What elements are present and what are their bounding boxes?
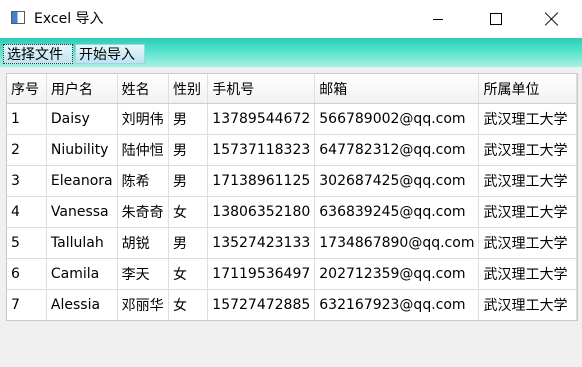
cell-index: 2: [7, 134, 47, 166]
cell-gender: 女: [168, 196, 209, 228]
cell-organization: 武汉理工大学: [478, 134, 577, 166]
cell-username: Vanessa: [46, 196, 118, 228]
table-row[interactable]: 1 Daisy 刘明伟 男 13789544672 566789002@qq.c…: [7, 103, 577, 135]
cell-index: 5: [7, 227, 47, 259]
column-header-index[interactable]: 序号: [7, 74, 47, 104]
cell-name: 陆仲恒: [117, 134, 170, 166]
column-header-gender[interactable]: 性别: [168, 74, 209, 104]
cell-email: 636839245@qq.com: [314, 196, 480, 228]
column-header-name[interactable]: 姓名: [117, 74, 170, 104]
column-header-phone[interactable]: 手机号: [207, 74, 316, 104]
window-title: Excel 导入: [34, 11, 104, 27]
minimize-button[interactable]: [409, 0, 467, 38]
cell-index: 1: [7, 103, 47, 135]
app-window-icon: [11, 11, 25, 24]
cell-gender: 男: [168, 134, 209, 166]
cell-username: Alessia: [46, 289, 118, 320]
cell-organization: 武汉理工大学: [478, 196, 577, 228]
cell-index: 4: [7, 196, 47, 228]
cell-gender: 女: [168, 289, 209, 320]
cell-username: Camila: [46, 258, 118, 290]
cell-email: 566789002@qq.com: [314, 103, 480, 135]
cell-index: 7: [7, 289, 47, 320]
cell-index: 3: [7, 165, 47, 197]
table-row[interactable]: 3 Eleanora 陈希 男 17138961125 302687425@qq…: [7, 165, 577, 197]
cell-username: Eleanora: [46, 165, 118, 197]
cell-organization: 武汉理工大学: [478, 103, 577, 135]
cell-organization: 武汉理工大学: [478, 289, 577, 320]
cell-name: 刘明伟: [117, 103, 170, 135]
table-row[interactable]: 6 Camila 李天 女 17119536497 202712359@qq.c…: [7, 258, 577, 290]
cell-phone: 17119536497: [207, 258, 316, 290]
cell-username: Tallulah: [46, 227, 118, 259]
cell-name: 陈希: [117, 165, 170, 197]
cell-username: Niubility: [46, 134, 118, 166]
table-row[interactable]: 5 Tallulah 胡锐 男 13527423133 1734867890@q…: [7, 227, 577, 259]
maximize-icon: [490, 13, 502, 25]
cell-name: 朱奇奇: [117, 196, 170, 228]
data-grid[interactable]: 序号 用户名 姓名 性别 手机号 邮箱 所属单位 1 Daisy 刘明伟 男 1…: [6, 73, 578, 321]
choose-file-button[interactable]: 选择文件: [3, 44, 73, 64]
cell-gender: 男: [168, 103, 209, 135]
cell-email: 202712359@qq.com: [314, 258, 480, 290]
table-row[interactable]: 2 Niubility 陆仲恒 男 15737118323 647782312@…: [7, 134, 577, 166]
cell-username: Daisy: [46, 103, 118, 135]
column-header-username[interactable]: 用户名: [46, 74, 118, 104]
column-header-organization[interactable]: 所属单位: [478, 74, 577, 104]
cell-email: 1734867890@qq.com: [314, 227, 480, 259]
cell-gender: 男: [168, 165, 209, 197]
user-table: 序号 用户名 姓名 性别 手机号 邮箱 所属单位 1 Daisy 刘明伟 男 1…: [7, 74, 577, 320]
cell-name: 李天: [117, 258, 170, 290]
close-button[interactable]: [524, 0, 582, 38]
cell-phone: 13806352180: [207, 196, 316, 228]
cell-gender: 女: [168, 258, 209, 290]
cell-email: 302687425@qq.com: [314, 165, 480, 197]
cell-phone: 13527423133: [207, 227, 316, 259]
cell-index: 6: [7, 258, 47, 290]
cell-name: 邓丽华: [117, 289, 170, 320]
table-row[interactable]: 7 Alessia 邓丽华 女 15727472885 632167923@qq…: [7, 289, 577, 320]
column-header-email[interactable]: 邮箱: [314, 74, 480, 104]
cell-phone: 15727472885: [207, 289, 316, 320]
minimize-icon: [433, 19, 443, 20]
cell-organization: 武汉理工大学: [478, 165, 577, 197]
maximize-button[interactable]: [467, 0, 525, 38]
cell-phone: 13789544672: [207, 103, 316, 135]
table-row[interactable]: 4 Vanessa 朱奇奇 女 13806352180 636839245@qq…: [7, 196, 577, 228]
start-import-button[interactable]: 开始导入: [75, 44, 145, 64]
toolbar: 选择文件 开始导入: [0, 38, 582, 67]
cell-phone: 15737118323: [207, 134, 316, 166]
cell-organization: 武汉理工大学: [478, 258, 577, 290]
cell-gender: 男: [168, 227, 209, 259]
cell-email: 632167923@qq.com: [314, 289, 480, 320]
cell-phone: 17138961125: [207, 165, 316, 197]
close-icon: [545, 12, 559, 26]
header-row: 序号 用户名 姓名 性别 手机号 邮箱 所属单位: [7, 74, 577, 104]
cell-name: 胡锐: [117, 227, 170, 259]
cell-email: 647782312@qq.com: [314, 134, 480, 166]
cell-organization: 武汉理工大学: [478, 227, 577, 259]
title-bar: Excel 导入: [0, 0, 582, 38]
